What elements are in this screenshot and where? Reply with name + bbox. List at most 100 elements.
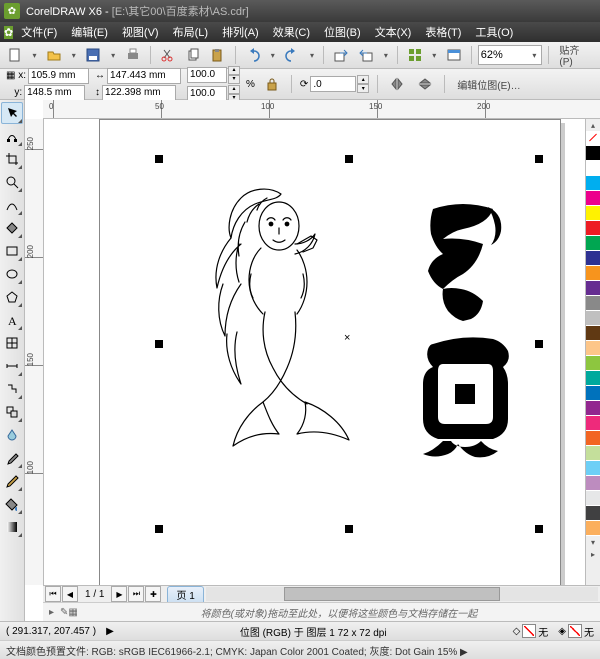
swatch-23[interactable]: [586, 491, 600, 506]
rectangle-tool[interactable]: [1, 240, 23, 262]
vertical-ruler[interactable]: 250 200 150 100: [25, 119, 44, 585]
menu-file[interactable]: 文件(F): [15, 22, 63, 42]
handle-middle-left[interactable]: [155, 340, 163, 348]
interactive-tool[interactable]: [1, 401, 23, 423]
print-button[interactable]: [122, 44, 144, 66]
crop-tool[interactable]: [1, 148, 23, 170]
open-dropdown[interactable]: ▾: [69, 45, 79, 65]
menu-text[interactable]: 文本(X): [369, 22, 418, 42]
swatch-2[interactable]: [586, 176, 600, 191]
zoom-tool[interactable]: [1, 171, 23, 193]
swatch-9[interactable]: [586, 281, 600, 296]
swatch-19[interactable]: [586, 431, 600, 446]
last-page-button[interactable]: ⏭: [128, 586, 144, 602]
h-scrollbar[interactable]: [206, 587, 598, 601]
palette-down[interactable]: ▾: [586, 536, 600, 548]
zoom-combo[interactable]: 62%▾: [478, 45, 543, 65]
rot-up[interactable]: ▴: [357, 75, 369, 84]
new-button[interactable]: [4, 44, 26, 66]
open-button[interactable]: [43, 44, 65, 66]
cut-button[interactable]: [157, 44, 179, 66]
menu-bitmaps[interactable]: 位图(B): [318, 22, 367, 42]
redo-dropdown[interactable]: ▾: [307, 45, 317, 65]
swatch-11[interactable]: [586, 311, 600, 326]
polygon-tool[interactable]: [1, 286, 23, 308]
menu-table[interactable]: 表格(T): [419, 22, 467, 42]
fill-indicator[interactable]: ◇无: [513, 624, 549, 639]
copy-button[interactable]: [182, 44, 204, 66]
dimension-tool[interactable]: [1, 355, 23, 377]
swatch-21[interactable]: [586, 461, 600, 476]
transparency-tool[interactable]: [1, 424, 23, 446]
swatch-17[interactable]: [586, 401, 600, 416]
selection[interactable]: ×: [159, 159, 539, 529]
scale-y-up[interactable]: ▴: [228, 85, 240, 94]
ellipse-tool[interactable]: [1, 263, 23, 285]
swatch-16[interactable]: [586, 386, 600, 401]
palette-flyout[interactable]: ▸: [586, 548, 600, 560]
handle-bottom-right[interactable]: [535, 525, 543, 533]
menu-icon[interactable]: ✿: [4, 26, 13, 39]
outline-tool[interactable]: [1, 470, 23, 492]
handle-bottom-left[interactable]: [155, 525, 163, 533]
swatch-15[interactable]: [586, 371, 600, 386]
swatch-10[interactable]: [586, 296, 600, 311]
app-launcher-dropdown[interactable]: ▾: [429, 45, 439, 65]
import-button[interactable]: [330, 44, 352, 66]
width-field[interactable]: 147.443 mm: [107, 68, 181, 84]
menu-edit[interactable]: 编辑(E): [65, 22, 114, 42]
rotation-field[interactable]: .0: [310, 76, 356, 92]
outline-indicator[interactable]: ◈无: [558, 624, 594, 639]
menu-layout[interactable]: 布局(L): [167, 22, 214, 42]
swatch-1[interactable]: [586, 161, 600, 176]
doc-palette-flyout-icon[interactable]: ▸: [49, 607, 54, 618]
eyedropper-tool[interactable]: [1, 447, 23, 469]
undo-button[interactable]: [242, 44, 264, 66]
snap-label[interactable]: 贴齐(P): [555, 42, 596, 68]
mirror-h-button[interactable]: [386, 73, 408, 95]
swatch-3[interactable]: [586, 191, 600, 206]
height-field[interactable]: 122.398 mm: [102, 85, 176, 101]
swatch-4[interactable]: [586, 206, 600, 221]
x-field[interactable]: 105.9 mm: [28, 68, 89, 84]
menu-arrange[interactable]: 排列(A): [216, 22, 265, 42]
scale-x-up[interactable]: ▴: [228, 66, 240, 75]
handle-top-left[interactable]: [155, 155, 163, 163]
scale-x-down[interactable]: ▾: [228, 75, 240, 84]
doc-palette-edit-icon[interactable]: ✎▦: [60, 607, 78, 618]
y-field[interactable]: 148.5 mm: [24, 85, 85, 101]
swatch-12[interactable]: [586, 326, 600, 341]
shape-tool[interactable]: [1, 125, 23, 147]
table-tool[interactable]: [1, 332, 23, 354]
mirror-v-button[interactable]: [414, 73, 436, 95]
export-button[interactable]: [355, 44, 377, 66]
first-page-button[interactable]: ⏮: [45, 586, 61, 602]
handle-bottom-middle[interactable]: [345, 525, 353, 533]
menu-view[interactable]: 视图(V): [116, 22, 165, 42]
fill-tool[interactable]: [1, 493, 23, 515]
handle-top-right[interactable]: [535, 155, 543, 163]
prev-page-button[interactable]: ◀: [62, 586, 78, 602]
welcome-button[interactable]: [443, 44, 465, 66]
swatch-6[interactable]: [586, 236, 600, 251]
redo-button[interactable]: [282, 44, 304, 66]
next-page-button[interactable]: ▶: [111, 586, 127, 602]
swatch-24[interactable]: [586, 506, 600, 521]
swatch-13[interactable]: [586, 341, 600, 356]
swatch-0[interactable]: [586, 146, 600, 161]
status-flyout-icon[interactable]: ▶: [106, 626, 114, 637]
undo-dropdown[interactable]: ▾: [268, 45, 278, 65]
handle-top-middle[interactable]: [345, 155, 353, 163]
swatch-5[interactable]: [586, 221, 600, 236]
add-page-button[interactable]: ✚: [145, 586, 161, 602]
swatch-14[interactable]: [586, 356, 600, 371]
connector-tool[interactable]: [1, 378, 23, 400]
palette-up[interactable]: ▴: [586, 119, 600, 131]
edit-bitmap-button[interactable]: 编辑位图(E)…: [453, 77, 524, 92]
save-button[interactable]: [83, 44, 105, 66]
lock-ratio-button[interactable]: [261, 73, 283, 95]
pick-tool[interactable]: [1, 102, 23, 124]
swatch-22[interactable]: [586, 476, 600, 491]
horizontal-ruler[interactable]: 0 50 100 150 200: [43, 100, 600, 119]
app-launcher-button[interactable]: [404, 44, 426, 66]
